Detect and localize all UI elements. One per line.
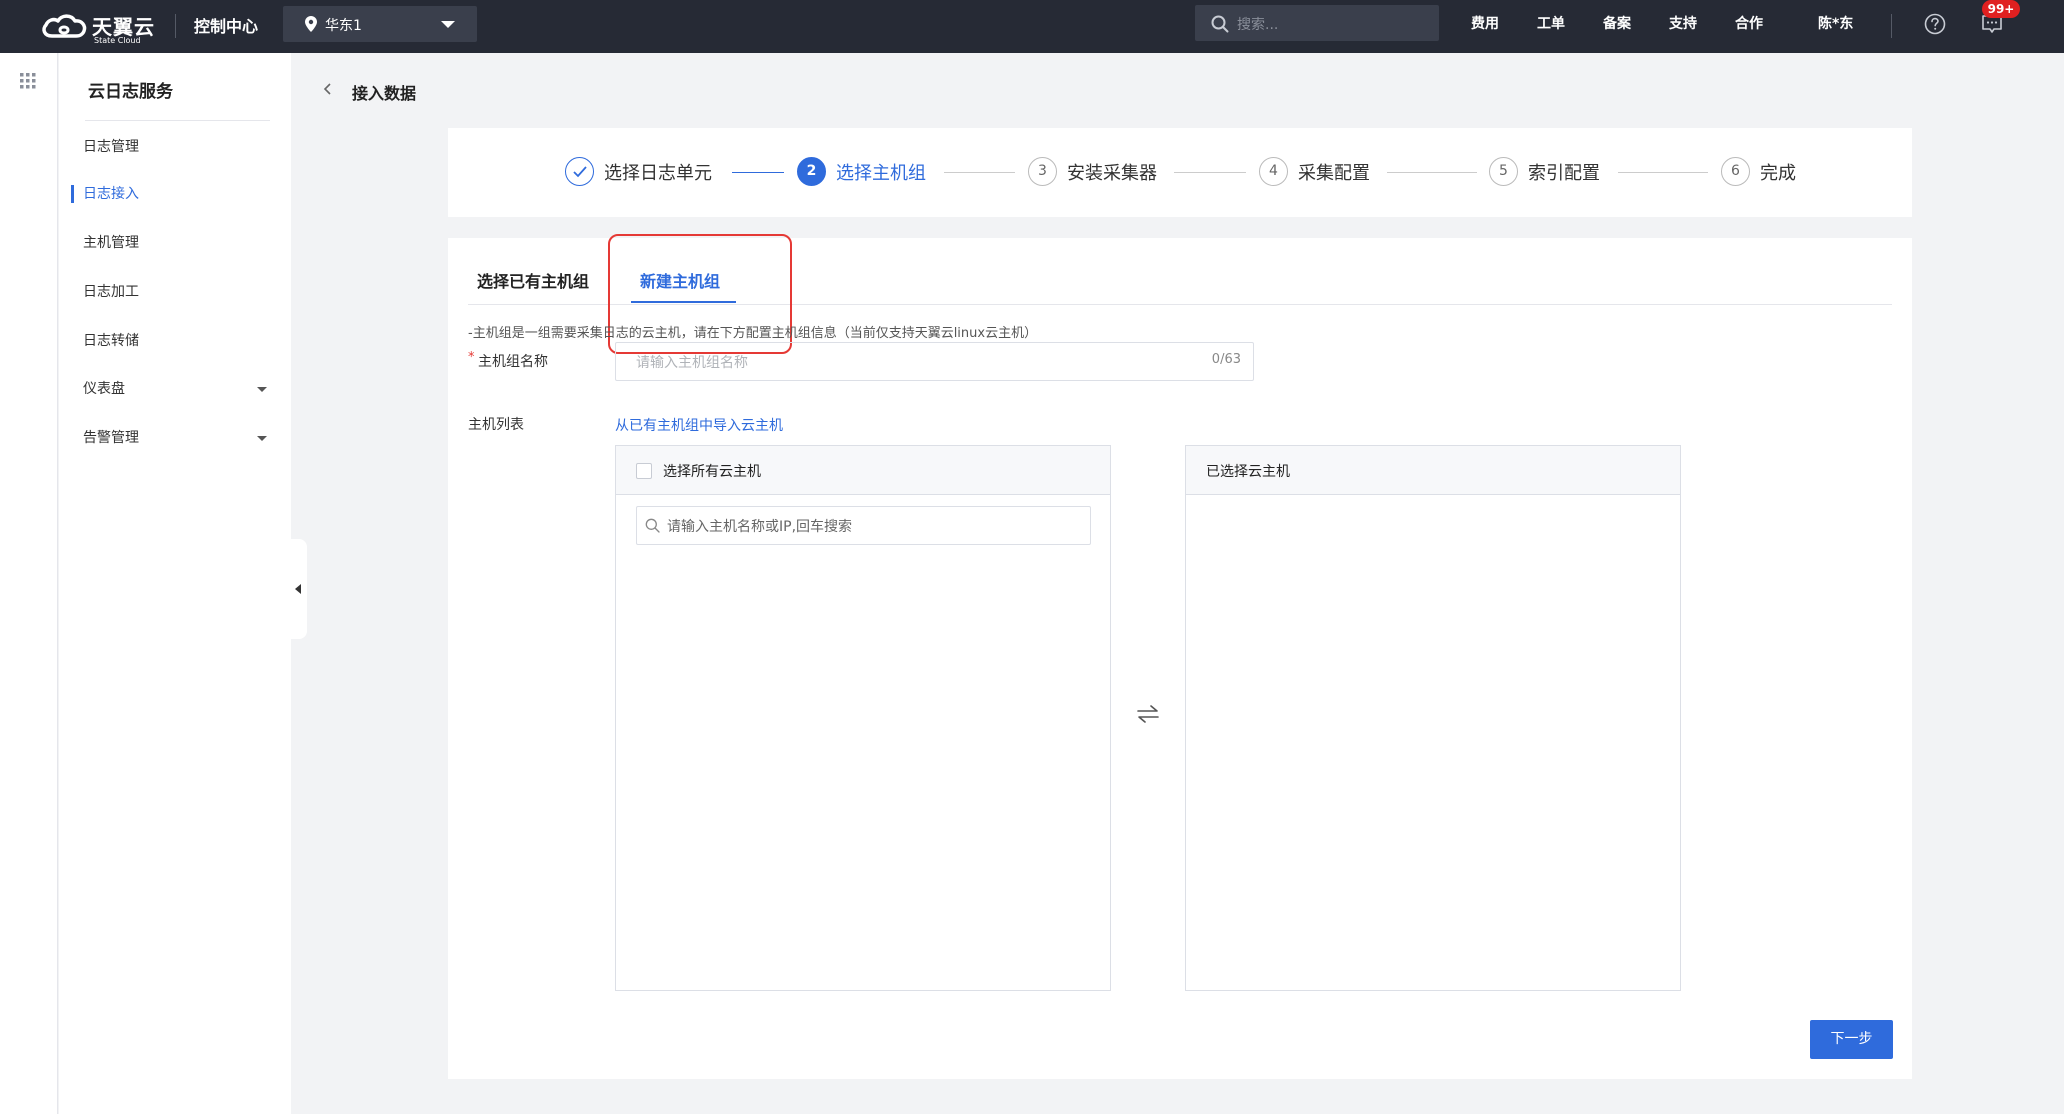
nav-tickets[interactable]: 工单 xyxy=(1537,13,1565,33)
search-icon xyxy=(645,518,660,533)
selected-hosts-title: 已选择云主机 xyxy=(1206,464,1290,480)
product-strip xyxy=(0,53,58,1114)
step-label: 选择主机组 xyxy=(836,163,926,184)
step-connector xyxy=(1387,172,1477,173)
host-list-label: 主机列表 xyxy=(468,417,524,433)
sidebar-item-host-management[interactable]: 主机管理 xyxy=(83,231,273,255)
sidebar-item-label: 日志接入 xyxy=(83,186,139,202)
sidebar-item-label: 仪表盘 xyxy=(83,381,125,397)
brand-subtitle: State Cloud xyxy=(94,36,141,45)
sidebar-item-log-processing[interactable]: 日志加工 xyxy=(83,280,273,304)
step-connector xyxy=(1618,172,1708,173)
global-search-input[interactable]: 搜索... xyxy=(1195,5,1439,41)
top-bar: 天翼云 State Cloud 控制中心 华东1 搜索... 费用 工单 备案 … xyxy=(0,0,2064,53)
sidebar-item-log-ingestion[interactable]: 日志接入 xyxy=(83,182,273,206)
region-selector[interactable]: 华东1 xyxy=(283,6,477,42)
divider xyxy=(1891,14,1892,38)
select-all-checkbox[interactable] xyxy=(636,463,652,479)
help-icon[interactable] xyxy=(1924,13,1946,35)
nav-partner[interactable]: 合作 xyxy=(1735,13,1763,33)
brand-logo[interactable]: 天翼云 State Cloud xyxy=(40,9,156,45)
user-menu[interactable]: 陈*东 xyxy=(1818,13,1853,33)
import-hosts-link[interactable]: 从已有主机组中导入云主机 xyxy=(615,415,783,435)
location-pin-icon xyxy=(305,16,317,32)
search-placeholder: 搜索... xyxy=(1237,17,1279,33)
service-sidebar: 云日志服务 日志管理 日志接入 主机管理 日志加工 日志转储 仪表盘 告警管理 xyxy=(59,53,291,1114)
check-icon xyxy=(572,166,587,178)
transfer-arrows-icon[interactable] xyxy=(1136,704,1160,724)
divider xyxy=(85,120,270,121)
step-circle: 3 xyxy=(1028,157,1057,186)
step-label: 选择日志单元 xyxy=(604,163,712,184)
form-hint: -主机组是一组需要采集日志的云主机，请在下方配置主机组信息（当前仅支持天翼云li… xyxy=(468,326,1038,341)
select-all-label: 选择所有云主机 xyxy=(663,464,761,480)
step-circle: 5 xyxy=(1489,157,1518,186)
nav-support[interactable]: 支持 xyxy=(1669,13,1697,33)
step-connector xyxy=(732,172,784,173)
notification-badge: 99+ xyxy=(1982,0,2020,18)
host-group-card: 选择已有主机组 新建主机组 -主机组是一组需要采集日志的云主机，请在下方配置主机… xyxy=(448,234,1912,1079)
caret-down-icon xyxy=(257,387,267,392)
step-circle: 6 xyxy=(1721,157,1750,186)
selected-hosts-panel: 已选择云主机 xyxy=(1185,445,1681,991)
step-label: 采集配置 xyxy=(1298,163,1370,184)
region-label: 华东1 xyxy=(325,18,362,34)
host-search-input[interactable]: 请输入主机名称或IP,回车搜索 xyxy=(636,506,1091,545)
sidebar-item-label: 日志转储 xyxy=(83,333,139,349)
apps-grid-icon[interactable] xyxy=(20,73,36,89)
step-circle xyxy=(565,157,594,186)
step-label: 安装采集器 xyxy=(1067,163,1157,184)
tab-existing-host-group[interactable]: 选择已有主机组 xyxy=(477,268,589,292)
host-group-name-input[interactable]: 请输入主机组名称 0/63 xyxy=(615,342,1254,381)
active-indicator xyxy=(71,185,74,203)
panel-header: 已选择云主机 xyxy=(1186,446,1680,495)
sidebar-item-label: 主机管理 xyxy=(83,235,139,251)
sidebar-collapse-handle[interactable] xyxy=(291,539,307,639)
back-chevron-icon[interactable] xyxy=(322,82,334,96)
cloud-logo-icon xyxy=(42,14,87,38)
step-circle: 2 xyxy=(797,157,826,186)
input-placeholder: 请输入主机组名称 xyxy=(636,355,748,371)
next-step-button[interactable]: 下一步 xyxy=(1810,1020,1893,1059)
sidebar-item-label: 日志加工 xyxy=(83,284,139,300)
step-progress: 选择日志单元 2 选择主机组 3 安装采集器 4 采集配置 5 索引配置 6 完… xyxy=(448,128,1912,217)
caret-left-icon xyxy=(295,584,301,594)
divider xyxy=(175,14,176,38)
host-group-name-label: 主机组名称 xyxy=(478,354,548,370)
step-circle: 4 xyxy=(1259,157,1288,186)
console-link[interactable]: 控制中心 xyxy=(194,13,258,37)
search-placeholder: 请输入主机名称或IP,回车搜索 xyxy=(667,519,853,535)
step-connector xyxy=(1174,172,1246,173)
step-label: 完成 xyxy=(1760,163,1796,184)
nav-billing[interactable]: 费用 xyxy=(1471,13,1499,33)
available-hosts-panel: 选择所有云主机 请输入主机名称或IP,回车搜索 xyxy=(615,445,1111,991)
page-title: 接入数据 xyxy=(352,84,417,103)
sidebar-item-log-dump[interactable]: 日志转储 xyxy=(83,329,273,353)
search-icon xyxy=(1211,15,1229,33)
nav-filing[interactable]: 备案 xyxy=(1603,13,1631,33)
chevron-down-icon xyxy=(441,21,455,28)
sidebar-item-log-management[interactable]: 日志管理 xyxy=(83,135,273,159)
step-connector xyxy=(944,172,1015,173)
service-title: 云日志服务 xyxy=(88,82,173,102)
sidebar-item-label: 告警管理 xyxy=(83,430,139,446)
caret-down-icon xyxy=(257,436,267,441)
sidebar-item-label: 日志管理 xyxy=(83,139,139,155)
required-marker: * xyxy=(468,350,475,365)
step-label: 索引配置 xyxy=(1528,163,1600,184)
char-counter: 0/63 xyxy=(1211,352,1241,367)
sidebar-item-alert-management[interactable]: 告警管理 xyxy=(83,426,273,450)
sidebar-item-dashboard[interactable]: 仪表盘 xyxy=(83,377,273,401)
panel-header: 选择所有云主机 xyxy=(616,446,1110,495)
